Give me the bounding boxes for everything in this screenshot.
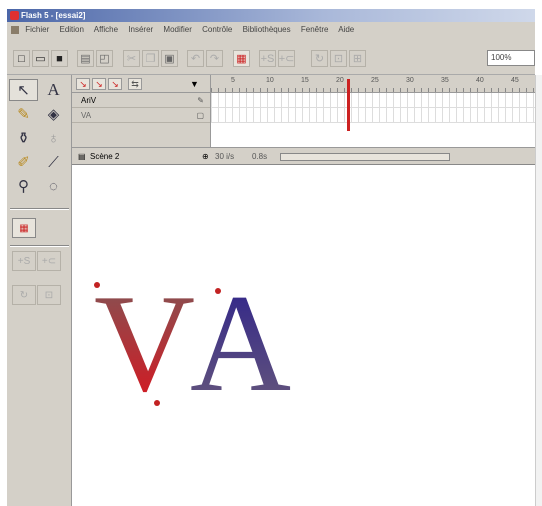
menu-bibliotheques[interactable]: Bibliothèques xyxy=(243,25,291,34)
menu-fenetre[interactable]: Fenêtre xyxy=(301,25,329,34)
copy-icon[interactable]: ❐ xyxy=(142,50,159,67)
control-point[interactable] xyxy=(154,400,160,406)
ink-bottle-icon[interactable]: ⚱ xyxy=(9,127,38,149)
letter-a[interactable]: A xyxy=(190,266,291,421)
layer-row[interactable]: AriV ✎ xyxy=(72,93,210,108)
menu-edition[interactable]: Edition xyxy=(59,25,83,34)
scene-bar: ▤ Scène 2 ⊕ 30 i/s 0.8s xyxy=(72,147,535,165)
paste-icon[interactable]: ▣ xyxy=(161,50,178,67)
frame-row[interactable] xyxy=(211,108,536,123)
smooth-tool-icon[interactable]: +S xyxy=(12,251,36,271)
lasso-alt-icon[interactable]: ◌ xyxy=(39,175,68,197)
rotate-tool-icon[interactable]: ↻ xyxy=(12,285,36,305)
ruler-number: 10 xyxy=(266,77,274,84)
print-icon[interactable]: ▤ xyxy=(77,50,94,67)
stage[interactable]: V A xyxy=(72,165,542,506)
title-bar: Flash 5 - [essai2] xyxy=(7,9,535,22)
straighten-tool-icon[interactable]: +⊂ xyxy=(37,251,61,271)
print-preview-icon[interactable]: ◰ xyxy=(96,50,113,67)
lasso-icon[interactable]: ♁ xyxy=(39,127,68,149)
brush-icon[interactable]: ✐ xyxy=(9,151,38,173)
menu-modifier[interactable]: Modifier xyxy=(163,25,191,34)
window-title: Flash 5 - [essai2] xyxy=(21,11,86,20)
scale-tool-icon[interactable]: ⊡ xyxy=(37,285,61,305)
redo-icon[interactable]: ↷ xyxy=(206,50,223,67)
zoom-field[interactable]: 100% xyxy=(487,50,535,66)
guide-layer-icon[interactable]: ↘ xyxy=(92,78,106,90)
layers-header: ↘ ↘ ↘ ⇆ ▼ xyxy=(72,75,210,93)
paint-bucket-icon[interactable]: ◈ xyxy=(39,103,68,125)
rotate-icon[interactable]: ↻ xyxy=(311,50,328,67)
ruler-number: 30 xyxy=(406,77,414,84)
pencil-icon: ✎ xyxy=(197,96,204,105)
add-layer-icon[interactable]: ↘ xyxy=(76,78,90,90)
text-icon[interactable]: A xyxy=(39,79,68,101)
main-toolbar: □ ▭ ■ ▤ ◰ ✂ ❐ ▣ ↶ ↷ ▦ +S +⊂ ↻ ⊡ ⊞ 100% xyxy=(7,37,535,75)
menu-affiche[interactable]: Affiche xyxy=(94,25,118,34)
ruler-number: 5 xyxy=(231,77,235,84)
frame-ruler[interactable]: 5 10 15 20 25 30 35 40 45 xyxy=(211,75,536,93)
scale-icon[interactable]: ⊡ xyxy=(330,50,347,67)
ruler-number: 25 xyxy=(371,77,379,84)
tools-divider-2 xyxy=(10,245,69,247)
scene-fps: 30 i/s xyxy=(215,152,235,161)
arrow-icon[interactable]: ↖ xyxy=(9,79,38,101)
ruler-number: 35 xyxy=(441,77,449,84)
tools-panel: ↖ A ✎ ◈ ⚱ ♁ ✐ ⟋ ⚲ ◌ ▦ +S +⊂ ↻ ⊡ xyxy=(7,75,72,506)
scene-label[interactable]: Scène 2 xyxy=(90,148,119,165)
control-point[interactable] xyxy=(94,282,100,288)
va-graphic[interactable]: V A xyxy=(72,165,542,506)
ruler-number: 15 xyxy=(301,77,309,84)
timeline-center-icon[interactable]: ⊕ xyxy=(202,148,209,165)
open-icon[interactable]: ▭ xyxy=(32,50,49,67)
layer-menu-chevron-icon[interactable]: ▼ xyxy=(190,79,199,89)
cut-icon[interactable]: ✂ xyxy=(123,50,140,67)
magnifier-icon[interactable]: ⚲ xyxy=(9,175,38,197)
smooth-icon[interactable]: +S xyxy=(259,50,276,67)
layer-name: VA xyxy=(81,111,92,120)
menu-bar: Fichier Edition Affiche Insérer Modifier… xyxy=(7,22,535,37)
snap-tool-icon[interactable]: ▦ xyxy=(12,218,36,238)
scene-icon: ▤ xyxy=(78,152,86,161)
scene-time: 0.8s xyxy=(252,152,268,161)
new-icon[interactable]: □ xyxy=(13,50,30,67)
timeline-scrollbar[interactable] xyxy=(280,153,450,161)
delete-layer-icon[interactable]: ↘ xyxy=(108,78,122,90)
ruler-number: 40 xyxy=(476,77,484,84)
frame-row[interactable] xyxy=(211,93,536,108)
outline-icon: ▢ xyxy=(196,111,204,120)
undo-icon[interactable]: ↶ xyxy=(187,50,204,67)
snap-icon[interactable]: ▦ xyxy=(233,50,250,67)
menu-aide[interactable]: Aide xyxy=(338,25,354,34)
tools-divider xyxy=(10,208,69,210)
menu-inserer[interactable]: Insérer xyxy=(128,25,153,34)
menu-fichier[interactable]: Fichier xyxy=(25,25,49,34)
layer-name: AriV xyxy=(81,96,97,105)
document-icon[interactable] xyxy=(11,25,19,34)
stage-scroll-edge xyxy=(535,75,542,506)
ruler-number: 20 xyxy=(336,77,344,84)
save-icon[interactable]: ■ xyxy=(51,50,68,67)
ruler-number: 45 xyxy=(511,77,519,84)
pencil-icon[interactable]: ✎ xyxy=(9,103,38,125)
align-icon[interactable]: ⊞ xyxy=(349,50,366,67)
control-point[interactable] xyxy=(215,288,221,294)
letter-v[interactable]: V xyxy=(94,266,195,421)
app-icon xyxy=(10,11,19,20)
straighten-icon[interactable]: +⊂ xyxy=(278,50,295,67)
eyedropper-icon[interactable]: ⟋ xyxy=(39,151,68,173)
layer-row[interactable]: VA ▢ xyxy=(72,108,210,123)
layer-options-icon[interactable]: ⇆ xyxy=(128,78,142,90)
playhead[interactable] xyxy=(347,79,350,131)
menu-controle[interactable]: Contrôle xyxy=(202,25,232,34)
